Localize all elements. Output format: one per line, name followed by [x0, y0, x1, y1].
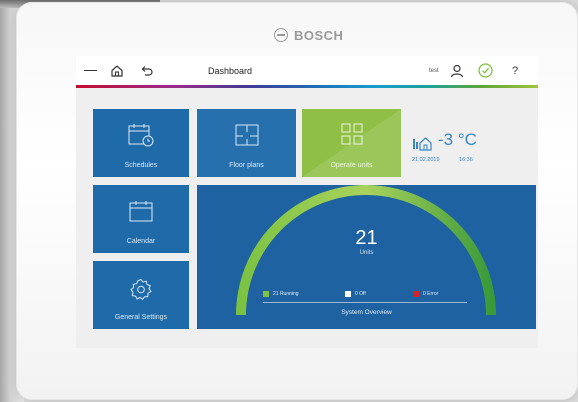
home-icon[interactable]: [110, 56, 124, 85]
tile-floor-plans[interactable]: Floor plans: [197, 109, 296, 177]
screen: Dashboard test ? Schedules Floor plans O…: [76, 56, 538, 348]
hamburger-menu-icon[interactable]: [82, 56, 98, 85]
legend-error: 0 Error: [413, 291, 438, 297]
calendar-clock-icon: [128, 123, 154, 149]
off-swatch: [345, 291, 351, 297]
page-title: Dashboard: [208, 65, 253, 76]
error-swatch: [413, 291, 419, 297]
units-count: 21: [355, 227, 378, 249]
user-icon[interactable]: [450, 56, 464, 85]
bosch-logo-icon: [274, 28, 288, 42]
current-date: 21.02.2019: [412, 157, 440, 163]
back-arrow-icon[interactable]: [140, 56, 154, 85]
system-overview-title: System Overview: [341, 309, 392, 316]
tile-schedules-label: Schedules: [124, 162, 158, 169]
help-button[interactable]: ?: [512, 56, 518, 85]
legend-running: 21 Running: [263, 291, 299, 297]
user-name: test: [429, 67, 439, 74]
grid-units-icon: [341, 123, 363, 147]
legend-running-label: 21 Running: [273, 291, 299, 297]
tile-general-settings-label: General Settings: [114, 314, 168, 321]
brand-name: BOSCH: [294, 27, 344, 43]
units-gauge: [236, 185, 496, 316]
check-circle-icon[interactable]: [478, 56, 493, 85]
home-thermometer-icon: [412, 135, 432, 156]
tile-operate-units-label: Operate units: [330, 162, 373, 169]
overview-divider: [263, 302, 467, 303]
units-label: Units: [359, 250, 374, 256]
tile-floor-plans-label: Floor plans: [229, 162, 264, 169]
brand: BOSCH: [274, 24, 343, 46]
legend-off-label: 0 Off: [355, 291, 366, 297]
weather-widget: -3 °C 21.02.2019 16:36: [409, 127, 535, 167]
floor-plan-icon: [235, 124, 259, 148]
system-overview-panel[interactable]: 21 Units 21 Running 0 Off 0 Error System…: [197, 185, 536, 329]
tile-operate-units[interactable]: Operate units: [302, 109, 401, 177]
current-time: 16:36: [459, 157, 473, 163]
tile-calendar-label: Calendar: [126, 238, 156, 245]
calendar-icon: [129, 200, 153, 224]
legend-error-label: 0 Error: [423, 291, 439, 297]
gear-icon: [130, 278, 152, 302]
tile-schedules[interactable]: Schedules: [93, 109, 189, 177]
brand-color-bar: [76, 85, 538, 88]
top-bar: Dashboard test ?: [76, 56, 538, 85]
legend-off: 0 Off: [345, 291, 366, 297]
outdoor-temperature: -3 °C: [438, 130, 477, 149]
running-swatch: [263, 291, 269, 297]
tile-calendar[interactable]: Calendar: [93, 185, 189, 253]
tile-general-settings[interactable]: General Settings: [93, 261, 189, 329]
